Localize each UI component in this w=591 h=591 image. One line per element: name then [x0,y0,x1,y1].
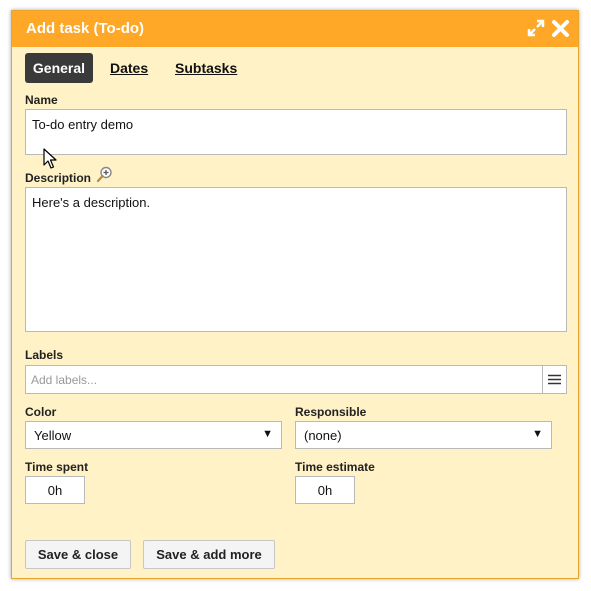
description-value: Here's a description. [32,195,151,210]
color-label: Color [25,405,57,419]
chevron-down-icon: ▼ [262,428,273,440]
mouse-cursor-icon [43,148,57,175]
name-label: Name [25,93,58,107]
responsible-select[interactable]: (none) ▼ [295,421,552,449]
chevron-down-icon: ▼ [532,428,543,440]
time-estimate-value: 0h [317,483,333,498]
responsible-value: (none) [304,428,342,443]
labels-label: Labels [25,348,64,362]
description-textarea[interactable]: Here's a description. [25,187,567,332]
close-icon[interactable] [551,19,570,43]
time-estimate-input[interactable]: 0h [295,476,355,504]
responsible-label: Responsible [295,405,367,419]
dialog-title: Add task (To-do) [26,20,145,37]
name-input[interactable]: To-do entry demo [25,109,567,155]
time-spent-value: 0h [47,483,63,498]
hamburger-icon [548,373,561,388]
time-spent-label: Time spent [25,460,89,474]
tab-general[interactable]: General [25,53,93,83]
save-add-more-button[interactable]: Save & add more [143,540,275,569]
color-select[interactable]: Yellow ▼ [25,421,282,449]
tab-subtasks[interactable]: Subtasks [175,53,237,83]
time-estimate-label: Time estimate [295,460,375,474]
labels-input[interactable]: Add labels... [25,365,567,394]
color-value: Yellow [34,428,72,443]
labels-menu-button[interactable] [542,366,566,393]
magnifier-plus-icon[interactable] [96,166,113,188]
time-spent-input[interactable]: 0h [25,476,85,504]
save-close-button[interactable]: Save & close [25,540,131,569]
name-value: To-do entry demo [32,117,134,132]
description-label: Description [25,171,92,185]
dialog-titlebar[interactable]: Add task (To-do) [12,11,578,47]
tab-dates[interactable]: Dates [110,53,148,83]
expand-icon[interactable] [527,19,545,42]
labels-placeholder: Add labels... [31,373,98,387]
add-task-dialog: Add task (To-do) General Dates Subtasks … [11,10,579,579]
